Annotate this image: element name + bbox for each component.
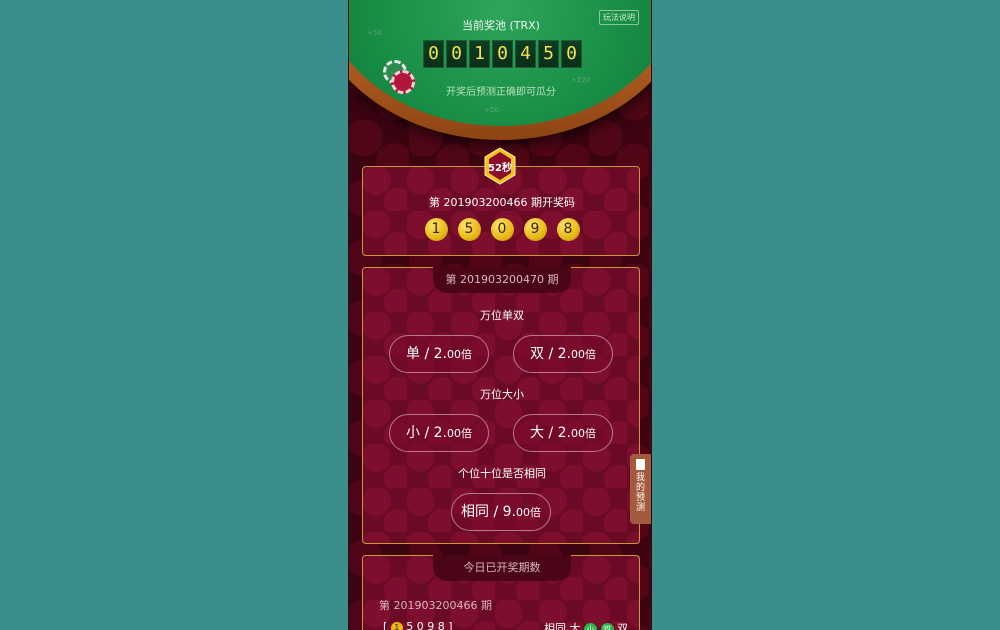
history-ball: 1 — [390, 622, 403, 630]
my-predictions-tab[interactable]: 我的预测 — [630, 454, 651, 524]
history-item-title: 第 201903200466 期 — [379, 599, 492, 612]
history-tab: 今日已开奖期数 — [433, 555, 571, 581]
bet-option-odds: 00倍 — [515, 506, 541, 519]
jackpot-counter: 0 0 1 0 4 5 0 — [423, 40, 582, 68]
history-small-ball: 小 — [584, 623, 597, 630]
countdown-badge: 52秒 — [483, 147, 517, 185]
bet-option-odds: 00倍 — [446, 427, 472, 440]
bet-option-name: 相同 / 9. — [461, 504, 516, 520]
bet-same-button[interactable]: 相同 / 9.00倍 — [451, 493, 551, 531]
jackpot-digit: 0 — [492, 40, 513, 68]
faint-value: +50 — [484, 106, 499, 114]
jackpot-digit: 0 — [561, 40, 582, 68]
history-rest: 5 0 9 8 ] — [406, 620, 453, 630]
bet-big-button[interactable]: 大 / 2.00倍 — [513, 414, 613, 452]
jackpot-note: 开奖后预测正确即可瓜分 — [446, 87, 556, 98]
rules-button[interactable]: 玩法说明 — [599, 10, 639, 25]
jackpot-digit: 5 — [538, 40, 559, 68]
bet-small-button[interactable]: 小 / 2.00倍 — [389, 414, 489, 452]
result-ball: 1 — [424, 218, 448, 241]
history-big: 大 — [569, 622, 581, 630]
history-panel: 今日已开奖期数 第 201903200466 期 [ 1 5 0 9 8 ] 相… — [362, 555, 640, 630]
history-row: [ 1 5 0 9 8 ] 相同 大 小 双 双 — [383, 620, 628, 630]
section-label: 个位十位是否相同 — [458, 467, 546, 480]
my-predictions-label: 我的预测 — [635, 473, 645, 513]
history-tags: 相同 大 小 双 双 — [544, 620, 628, 630]
jackpot-digit: 1 — [469, 40, 490, 68]
bet-option-odds: 00倍 — [570, 348, 596, 361]
countdown-label: 52秒 — [488, 163, 512, 174]
result-balls: 1 5 0 9 8 — [363, 218, 641, 241]
bet-even-button[interactable]: 双 / 2.00倍 — [513, 335, 613, 373]
bet-option-name: 小 / 2. — [406, 425, 447, 441]
jackpot-digit: 4 — [515, 40, 536, 68]
history-same: 相同 — [544, 622, 566, 630]
section-label: 万位单双 — [480, 309, 524, 322]
history-numbers: [ 1 5 0 9 8 ] — [383, 620, 453, 630]
bet-panel: 第 201903200470 期 万位单双 单 / 2.00倍 双 / 2.00… — [362, 267, 640, 544]
bet-option-odds: 00倍 — [446, 348, 472, 361]
history-bracket-open: [ — [383, 620, 388, 630]
bet-option-odds: 00倍 — [570, 427, 596, 440]
last-result-title: 第 201903200466 期开奖码 — [429, 196, 575, 209]
section-label: 万位大小 — [480, 388, 524, 401]
history-double-ball: 双 — [600, 623, 614, 630]
bet-odd-button[interactable]: 单 / 2.00倍 — [389, 335, 489, 373]
result-ball: 5 — [457, 218, 481, 241]
jackpot-digit: 0 — [423, 40, 444, 68]
jackpot-digit: 0 — [446, 40, 467, 68]
result-ball: 9 — [523, 218, 547, 241]
round-tab: 第 201903200470 期 — [433, 267, 571, 293]
bet-option-name: 双 / 2. — [530, 346, 571, 362]
bet-option-name: 大 / 2. — [530, 425, 571, 441]
mobile-frame: +50 +220 +50 当前奖池 (TRX) 玩法说明 0 0 1 0 4 5… — [348, 0, 652, 630]
document-icon — [636, 459, 645, 470]
bet-option-name: 单 / 2. — [406, 346, 447, 362]
result-ball: 8 — [556, 218, 580, 241]
result-ball: 0 — [490, 218, 514, 241]
history-double: 双 — [617, 622, 628, 630]
